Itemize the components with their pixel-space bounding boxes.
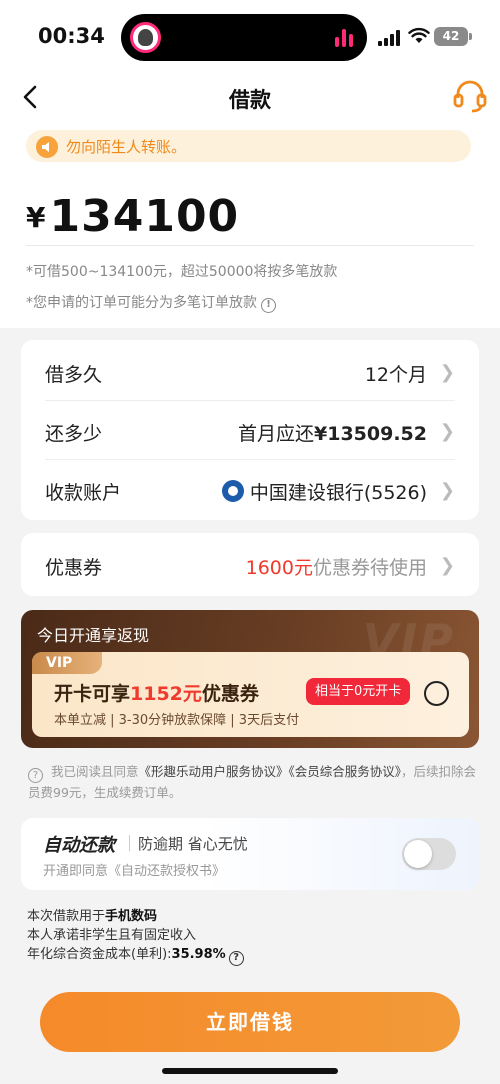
vip-title-highlight: 1152元 <box>130 683 202 705</box>
agreement-prefix: 我已阅读且同意 <box>51 764 139 779</box>
split-order-hint: *您申请的订单可能分为多笔订单放款! <box>26 292 276 313</box>
customer-service-button[interactable] <box>452 78 488 114</box>
coupon-card[interactable]: 优惠券 1600元优惠券待使用 ❯ <box>21 533 479 596</box>
bank-logo-icon <box>221 480 244 502</box>
coupon-row[interactable]: 优惠券 1600元优惠券待使用 ❯ <box>45 535 455 593</box>
coupon-suffix: 优惠券待使用 <box>312 557 427 579</box>
vip-badge: 相当于0元开卡 <box>306 678 411 705</box>
question-icon[interactable]: ? <box>228 951 244 966</box>
purpose-value: 手机数码 <box>105 909 158 924</box>
purpose-text: 本次借款用于手机数码 <box>27 905 157 924</box>
status-bar: 00:34 42 <box>0 0 500 76</box>
repay-amount: ¥13509.52 <box>314 423 427 445</box>
auto-repay-toggle[interactable] <box>402 838 456 870</box>
borrow-now-button[interactable]: 立即借钱 <box>40 992 460 1052</box>
home-indicator[interactable] <box>162 1068 338 1074</box>
account-row[interactable]: 收款账户 中国建设银行(5526) ❯ <box>45 460 455 518</box>
bank-name: 中国建设银行(5526) <box>249 482 427 504</box>
repay-label: 还多少 <box>45 423 103 445</box>
info-icon[interactable]: ! <box>261 298 276 313</box>
chevron-right-icon: ❯ <box>439 555 455 576</box>
vip-title: 开卡可享1152元优惠券 <box>54 679 259 706</box>
rate-value: 35.98% <box>171 947 226 962</box>
term-label: 借多久 <box>45 364 103 386</box>
agreement-text: ? 我已阅读且同意《形趣乐动用户服务协议》《会员综合服务协议》，后续扣除会员费99… <box>28 762 478 803</box>
cellular-signal-icon <box>378 30 402 46</box>
rate-prefix: 年化综合资金成本(单利): <box>27 947 172 962</box>
chevron-right-icon: ❯ <box>439 480 455 501</box>
split-hint-text: *您申请的订单可能分为多笔订单放款 <box>26 295 257 311</box>
repay-value: 首月应还¥13509.52 <box>238 419 427 446</box>
coupon-amount: 1600元 <box>245 557 313 579</box>
agreement-link-member[interactable]: 《会员综合服务协议》 <box>289 764 402 779</box>
divider <box>26 245 474 246</box>
audio-bars-icon <box>335 29 353 47</box>
account-value: 中国建设银行(5526) <box>221 478 427 505</box>
auto-repay-title: 自动还款 <box>43 835 115 856</box>
vip-title-prefix: 开卡可享 <box>54 683 131 705</box>
vip-title-suffix: 优惠券 <box>201 683 259 705</box>
headset-icon <box>453 80 487 113</box>
account-label: 收款账户 <box>45 482 122 504</box>
fraud-notice: 勿向陌生人转账。 <box>26 130 471 162</box>
dynamic-island <box>121 14 367 61</box>
loan-header: 借款 勿向陌生人转账。 ¥134100 *可借500~134100元，超过500… <box>0 76 500 328</box>
term-row[interactable]: 借多久 12个月 ❯ <box>45 342 455 400</box>
vip-subtitle: 本单立减 | 3-30分钟放款保障 | 3天后支付 <box>54 713 300 728</box>
auto-repay-card: 自动还款 防逾期 省心无忧 开通即同意《自动还款授权书》 <box>21 818 479 890</box>
loan-amount[interactable]: ¥134100 <box>26 191 239 242</box>
vip-offer[interactable]: VIP 开卡可享1152元优惠券 本单立减 | 3-30分钟放款保障 | 3天后… <box>32 652 469 737</box>
loan-info-card: 借多久 12个月 ❯ 还多少 首月应还¥13509.52 ❯ 收款账户 中国建设… <box>21 340 479 520</box>
rate-text: 年化综合资金成本(单利):35.98%? <box>27 943 244 966</box>
promise-text: 本人承诺非学生且有固定收入 <box>27 928 197 943</box>
currency-symbol: ¥ <box>26 201 46 234</box>
term-value: 12个月 <box>364 364 427 386</box>
divider <box>129 835 130 851</box>
page-title: 借款 <box>229 88 271 112</box>
repay-prefix: 首月应还 <box>238 423 315 445</box>
repay-row[interactable]: 还多少 首月应还¥13509.52 ❯ <box>45 401 455 459</box>
vip-header: 今日开通享返现 <box>37 626 150 645</box>
agreement-link-user[interactable]: 《形趣乐动用户服务协议》 <box>139 764 289 779</box>
amount-value: 134100 <box>49 191 240 242</box>
battery-icon: 42 <box>434 27 472 46</box>
vip-radio[interactable] <box>424 681 449 706</box>
auto-repay-desc: 防逾期 省心无忧 <box>138 835 248 853</box>
amount-range-hint: *可借500~134100元，超过50000将按多笔放款 <box>26 264 338 280</box>
vip-promo[interactable]: 今日开通享返现 VIP VIP 开卡可享1152元优惠券 本单立减 | 3-30… <box>21 610 479 748</box>
question-icon[interactable]: ? <box>28 768 43 783</box>
purpose-prefix: 本次借款用于 <box>27 909 106 924</box>
coupon-value: 1600元优惠券待使用 <box>246 553 427 580</box>
chevron-right-icon: ❯ <box>439 421 455 442</box>
avatar <box>130 22 161 53</box>
notice-text: 勿向陌生人转账。 <box>66 138 187 156</box>
status-time: 00:34 <box>38 24 105 48</box>
chevron-right-icon: ❯ <box>439 362 455 383</box>
coupon-label: 优惠券 <box>45 557 103 579</box>
auto-repay-sub[interactable]: 开通即同意《自动还款授权书》 <box>43 860 225 879</box>
speaker-icon <box>36 136 58 158</box>
vip-tag: VIP <box>32 652 102 674</box>
wifi-icon <box>408 27 430 49</box>
